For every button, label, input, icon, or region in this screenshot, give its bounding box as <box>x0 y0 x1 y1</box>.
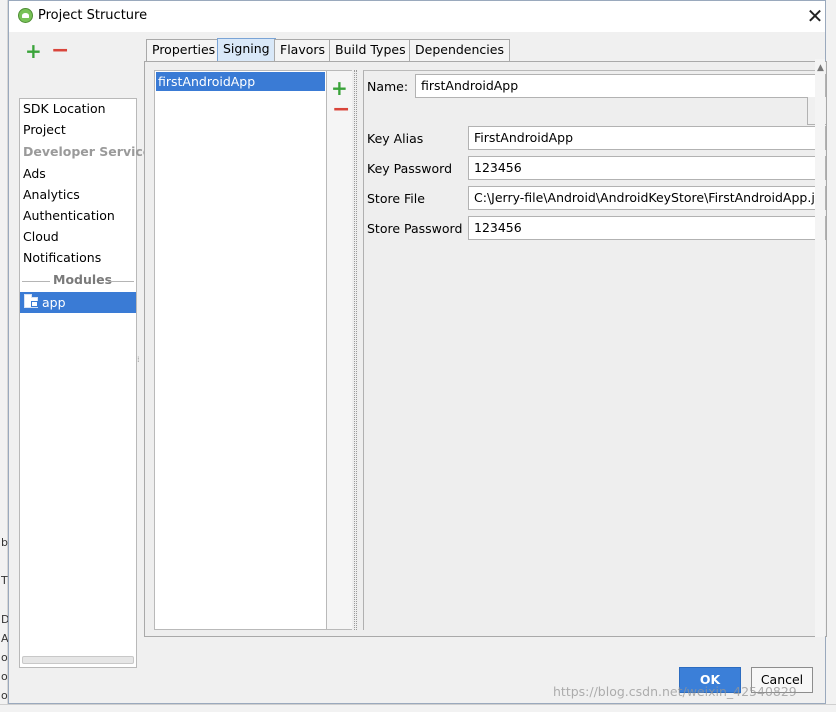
signing-tab-content: firstAndroidApp + − Name: firstAndroidAp… <box>144 61 827 637</box>
vertical-scrollbar[interactable]: ▲ <box>815 59 825 637</box>
splitter-handle[interactable]: ⁞ <box>137 356 141 372</box>
android-studio-icon <box>18 8 33 23</box>
module-label: app <box>42 295 66 310</box>
name-field[interactable]: firstAndroidApp <box>415 74 826 98</box>
key-alias-field[interactable]: FirstAndroidApp <box>468 126 826 150</box>
background-ide-bottom <box>0 704 836 712</box>
tab-build-types[interactable]: Build Types <box>329 39 412 61</box>
store-file-label: Store File <box>367 191 425 206</box>
key-password-label: Key Password <box>367 161 453 176</box>
store-file-field[interactable]: C:\Jerry-file\Android\AndroidKeyStore\Fi… <box>468 186 826 210</box>
sidebar-item-project[interactable]: Project <box>23 120 66 140</box>
modules-separator: Modules <box>20 272 136 288</box>
add-signing-config-icon[interactable]: + <box>331 78 348 98</box>
module-folder-icon <box>24 294 38 308</box>
divider <box>22 281 50 282</box>
window-title: Project Structure <box>38 8 148 23</box>
background-text: T <box>1 574 8 587</box>
sidebar-item-sdk-location[interactable]: SDK Location <box>23 99 106 119</box>
signing-toolbar: + − <box>327 70 352 630</box>
background-ide-left: b T D A o o o <box>0 0 9 712</box>
add-icon[interactable]: + <box>25 41 42 61</box>
store-password-label: Store Password <box>367 221 463 236</box>
watermark: https://blog.csdn.net/weixin_42540829 <box>553 684 797 699</box>
horizontal-scrollbar[interactable] <box>22 656 134 664</box>
tab-signing[interactable]: Signing <box>217 38 276 62</box>
remove-icon[interactable]: − <box>51 40 69 62</box>
close-icon[interactable]: ✕ <box>803 4 827 28</box>
tab-flavors[interactable]: Flavors <box>274 39 332 61</box>
store-password-field[interactable]: 123456 <box>468 216 826 240</box>
sidebar-item-ads[interactable]: Ads <box>23 164 46 184</box>
signing-config-list: firstAndroidApp <box>154 70 327 630</box>
panel-splitter[interactable] <box>352 70 361 630</box>
key-password-field[interactable]: 123456 <box>468 156 826 180</box>
key-alias-label: Key Alias <box>367 131 424 146</box>
modules-header: Modules <box>53 272 113 287</box>
background-text: o <box>1 670 8 683</box>
project-structure-dialog: Project Structure ✕ + − SDK Location Pro… <box>8 0 827 704</box>
developer-services-header: Developer Services <box>23 144 159 159</box>
title-bar[interactable]: Project Structure ✕ <box>9 1 825 32</box>
background-text: o <box>1 651 8 664</box>
sidebar-item-analytics[interactable]: Analytics <box>23 185 80 205</box>
name-label: Name: <box>367 79 409 94</box>
sidebar-item-cloud[interactable]: Cloud <box>23 227 59 247</box>
background-text: o <box>1 689 8 702</box>
remove-signing-config-icon[interactable]: − <box>332 99 350 121</box>
sidebar-item-authentication[interactable]: Authentication <box>23 206 115 226</box>
sidebar-item-notifications[interactable]: Notifications <box>23 248 101 268</box>
background-ide-right <box>826 0 836 712</box>
sidebar-item-app[interactable]: app <box>20 292 136 313</box>
tab-properties[interactable]: Properties <box>146 39 222 61</box>
signing-config-form: Name: firstAndroidApp Key Alias FirstAnd… <box>363 70 826 630</box>
scroll-up-icon[interactable]: ▲ <box>817 63 824 73</box>
background-text: b <box>1 536 8 549</box>
settings-category-list: SDK Location Project Developer Services … <box>19 98 159 668</box>
tab-dependencies[interactable]: Dependencies <box>409 39 510 61</box>
divider <box>108 281 134 282</box>
list-item[interactable]: firstAndroidApp <box>156 72 325 91</box>
